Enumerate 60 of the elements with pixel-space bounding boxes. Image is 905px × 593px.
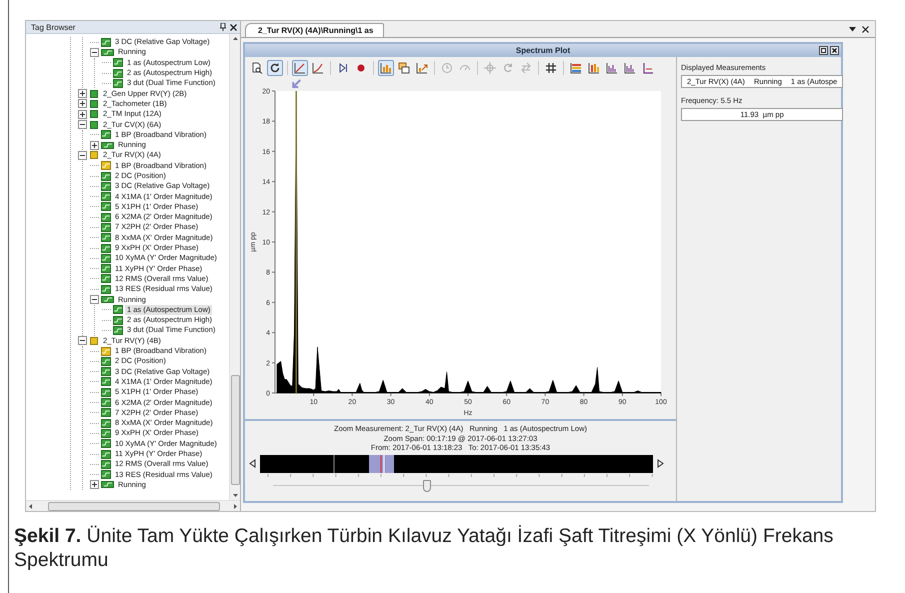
toolbar-button[interactable] [292,60,308,76]
bar-chart-icon [380,62,392,74]
tree-toggle-icon[interactable] [90,140,99,150]
curve-chart-icon [312,62,324,74]
clock-icon [441,62,453,74]
right-arrow-icon[interactable] [657,459,664,468]
toolbar-button[interactable] [414,60,430,76]
tree-toggle-icon[interactable] [78,99,87,108]
line-chart-icon [294,62,306,74]
toolbar-button[interactable] [310,60,326,76]
close-icon[interactable] [862,26,869,32]
tree-toggle-icon[interactable] [78,89,87,98]
grid-icon [545,62,557,74]
left-arrow-icon[interactable] [249,459,256,468]
tree-toggle-icon[interactable] [78,120,87,130]
toolbar-button[interactable] [586,60,602,76]
waterfall-icon [588,62,600,74]
toolbar-button[interactable] [604,60,620,76]
figure-caption: Şekil 7. Ünite Tam Yükte Çalışırken Türbin Kılavuz Yatağı İzafi Şaft Titreşimi (X Yönlü) Frekans Spektrumu [14,524,834,572]
close-icon[interactable] [830,46,839,55]
pin-icon[interactable] [220,23,226,31]
histogram-icon [624,62,636,74]
histogram-icon [606,62,618,74]
step-forward-icon [337,62,349,74]
toolbar-button[interactable] [568,60,584,76]
toolbar-button[interactable] [543,60,559,76]
windows-icon [398,62,410,74]
cursor-marker-icon[interactable] [292,79,302,88]
tree-toggle-icon[interactable] [90,295,99,304]
scroll-right-icon[interactable] [232,502,238,510]
window-title: Spectrum Plot [514,46,572,55]
record-icon [355,62,367,74]
scrollbar-thumb[interactable] [48,502,220,510]
toolbar-button[interactable] [622,60,638,76]
timeline-drawing[interactable] [260,454,653,472]
scrollbar-thumb[interactable] [230,375,240,485]
toolbar-button[interactable] [378,60,394,76]
page-magnifier-icon [251,62,263,74]
tree-toggle-icon[interactable] [90,480,99,490]
document-tab[interactable]: 2_Tur RV(X) (4A)\Running\1 as [245,23,384,37]
axes-icon [642,62,654,74]
scroll-left-icon[interactable] [28,502,34,510]
toolbar-button[interactable] [267,60,283,76]
close-icon[interactable] [230,24,237,30]
chart-export-icon [416,62,428,74]
slider-thumb[interactable] [422,480,431,492]
swap-icon [520,62,532,74]
refresh-icon [269,62,281,74]
tree-toggle-icon[interactable] [78,336,87,346]
toolbar-button[interactable] [396,60,412,76]
dropdown-caret-icon[interactable] [849,26,856,32]
restore-icon[interactable] [819,46,828,55]
rotate-icon [502,62,514,74]
tree-toggle-icon[interactable] [78,150,87,160]
tree-toggle-icon[interactable] [90,48,99,57]
tree-toggle-icon[interactable] [78,110,87,119]
zoom-slider[interactable] [272,480,648,492]
panel-title: Tag Browser [31,22,76,32]
crosshair-icon [484,62,496,74]
color-bars-icon [570,62,582,74]
